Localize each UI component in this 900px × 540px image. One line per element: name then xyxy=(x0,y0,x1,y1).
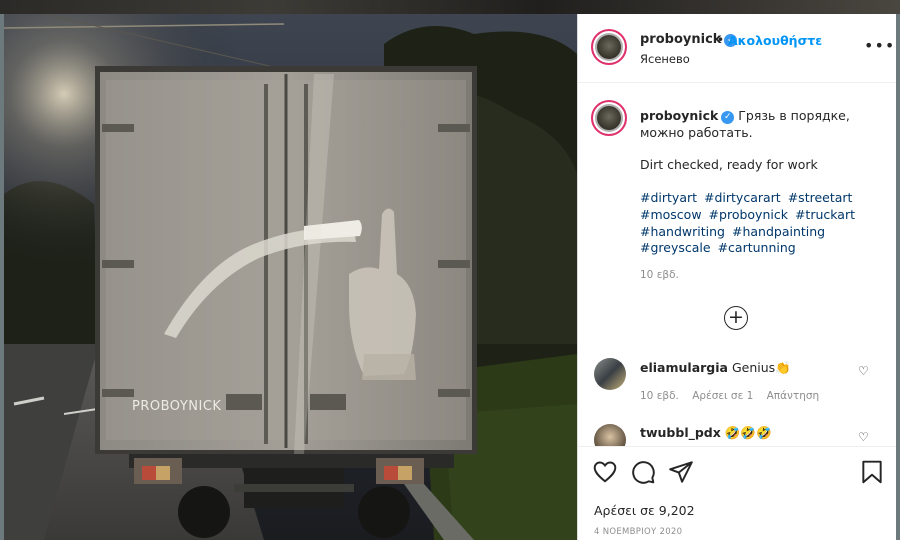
hashtag-link[interactable]: #moscow xyxy=(640,207,702,222)
truck-photo: PROBOYNICK xyxy=(4,14,577,540)
reply-button[interactable]: Απάντηση xyxy=(767,390,820,402)
hashtag-link[interactable]: #handwriting xyxy=(640,224,725,239)
post-actions: Αρέσει σε 9,202 4 ΝΟΕΜΒΡΙΟΥ 2020 xyxy=(578,446,897,540)
comment-text: 🤣🤣🤣 xyxy=(724,425,772,440)
post-header: proboynick ✓ • Ακολουθήστε Ясенево ••• xyxy=(578,14,897,83)
hashtag-link[interactable]: #streetart xyxy=(788,190,853,205)
caption: proboynick ✓ Грязь в порядке, можно работ… xyxy=(640,107,885,141)
comment-likes[interactable]: Αρέσει σε 1 xyxy=(692,390,753,402)
hashtag-link[interactable]: #handpainting xyxy=(732,224,825,239)
more-options-icon[interactable]: ••• xyxy=(864,36,895,55)
truck-signature-text: PROBOYNICK xyxy=(132,399,221,414)
follow-button[interactable]: Ακολουθήστε xyxy=(728,33,822,48)
post-date: 4 ΝΟΕΜΒΡΙΟΥ 2020 xyxy=(594,527,683,537)
post-location[interactable]: Ясенево xyxy=(640,52,690,66)
comment-username[interactable]: twubbl_pdx xyxy=(640,425,721,440)
caption-text-en: Dirt checked, ready for work xyxy=(640,157,818,172)
separator-dot: • xyxy=(717,33,725,47)
hashtag-link[interactable]: #dirtyart xyxy=(640,190,697,205)
screenshot-frame: PROBOYNICK proboynick ✓ • Ακολουθήστε Ясе… xyxy=(0,0,900,540)
background-edge xyxy=(896,14,900,540)
bookmark-icon[interactable] xyxy=(859,459,885,485)
hashtag-link[interactable]: #proboynick xyxy=(709,207,788,222)
comment-icon[interactable] xyxy=(630,459,656,485)
commenter-avatar[interactable] xyxy=(594,358,626,390)
background-strip xyxy=(0,0,900,14)
caption-time[interactable]: 10 εβδ. xyxy=(640,269,679,281)
hashtag-link[interactable]: #cartunning xyxy=(718,240,796,255)
comment-line: twubbl_pdx 🤣🤣🤣 xyxy=(640,425,772,441)
likes-count[interactable]: Αρέσει σε 9,202 xyxy=(594,503,695,518)
post-image[interactable]: PROBOYNICK xyxy=(4,14,577,540)
share-icon[interactable] xyxy=(668,459,694,485)
author-username[interactable]: proboynick xyxy=(640,32,721,47)
comment-text: Genius👏 xyxy=(731,360,791,375)
heart-icon[interactable]: ♡ xyxy=(858,364,869,378)
heart-icon[interactable] xyxy=(592,459,618,485)
caption-username[interactable]: proboynick xyxy=(640,108,718,123)
caption-avatar[interactable] xyxy=(591,100,627,136)
comment-meta: 10 εβδ. Αρέσει σε 1 Απάντηση xyxy=(640,390,829,402)
plus-circle-icon[interactable]: + xyxy=(724,306,748,330)
comment-line: eliamulargia Genius👏 xyxy=(640,360,791,376)
hashtag-link[interactable]: #greyscale xyxy=(640,240,711,255)
post-panel: proboynick ✓ • Ακολουθήστε Ясенево ••• pr… xyxy=(577,14,897,540)
heart-icon[interactable]: ♡ xyxy=(858,430,869,444)
hashtag-link[interactable]: #dirtycarart xyxy=(704,190,781,205)
verified-badge-icon: ✓ xyxy=(721,111,735,124)
hashtag-list: #dirtyart #dirtycarart #streetart #mosco… xyxy=(640,190,885,257)
comment-time[interactable]: 10 εβδ. xyxy=(640,390,679,402)
author-avatar[interactable] xyxy=(591,29,627,65)
hashtag-link[interactable]: #truckart xyxy=(795,207,855,222)
comment-username[interactable]: eliamulargia xyxy=(640,360,728,375)
